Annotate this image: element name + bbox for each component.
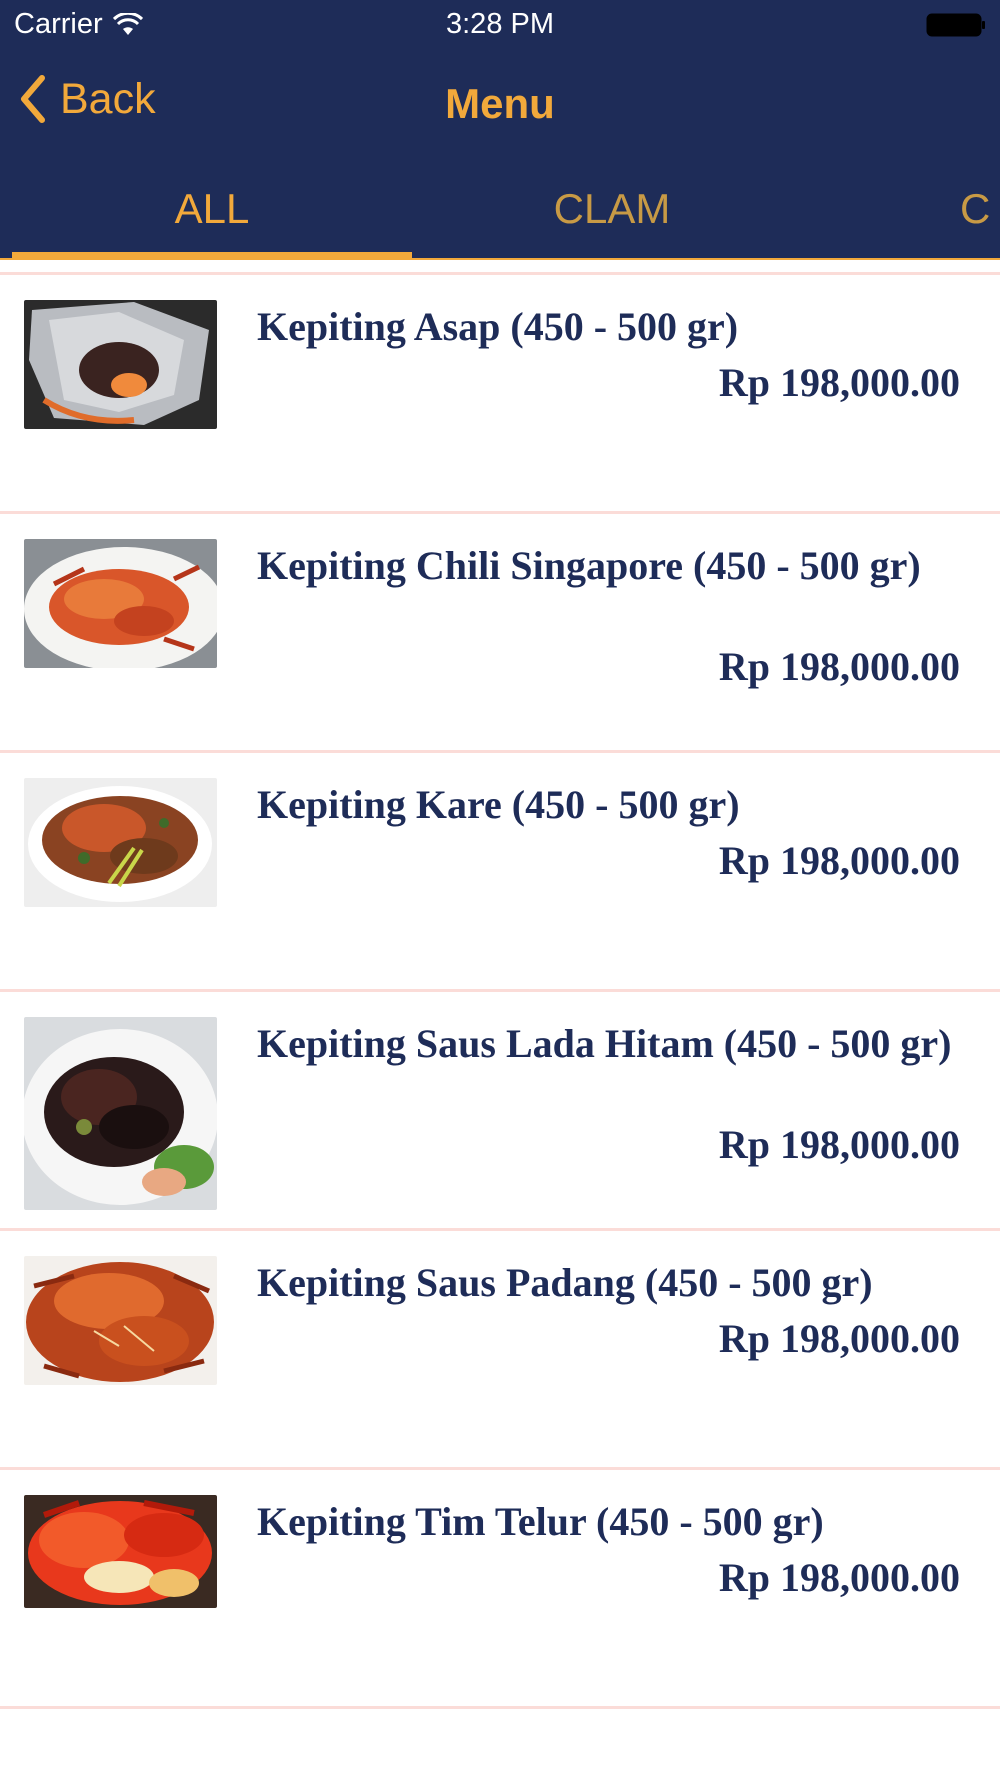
dish-image (24, 300, 217, 429)
menu-item[interactable]: Kepiting Tim Telur (450 - 500 gr) Rp 198… (0, 1470, 1000, 1709)
menu-item[interactable]: Kepiting Asap (450 - 500 gr) Rp 198,000.… (0, 275, 1000, 514)
item-price: Rp 198,000.00 (718, 644, 960, 689)
row-divider (0, 1706, 1000, 1709)
menu-item[interactable]: Kepiting Chili Singapore (450 - 500 gr) … (0, 514, 1000, 753)
battery-icon (926, 13, 985, 37)
dish-image (24, 539, 217, 668)
menu-item[interactable]: Kepiting Saus Lada Hitam (450 - 500 gr) … (0, 992, 1000, 1231)
header: Carrier 3:28 PM Back Menu ALL CLAM C (0, 0, 1000, 260)
item-name: Kepiting Chili Singapore (450 - 500 gr) (257, 543, 921, 588)
item-name: Kepiting Saus Padang (450 - 500 gr) (257, 1260, 873, 1305)
item-name: Kepiting Asap (450 - 500 gr) (257, 304, 739, 349)
dish-image (24, 1256, 217, 1385)
item-name: Kepiting Tim Telur (450 - 500 gr) (257, 1499, 824, 1544)
tab-clam[interactable]: CLAM (412, 185, 812, 233)
item-price: Rp 198,000.00 (718, 360, 960, 405)
item-price: Rp 198,000.00 (718, 1122, 960, 1167)
dish-image (24, 1495, 217, 1608)
item-name: Kepiting Kare (450 - 500 gr) (257, 782, 740, 827)
tab-all[interactable]: ALL (12, 185, 412, 233)
dish-image (24, 778, 217, 907)
status-bar: Carrier 3:28 PM (0, 0, 1000, 50)
item-price: Rp 198,000.00 (718, 1316, 960, 1361)
status-time: 3:28 PM (446, 8, 554, 40)
item-name: Kepiting Saus Lada Hitam (450 - 500 gr) (257, 1021, 952, 1066)
menu-item[interactable]: Kepiting Kare (450 - 500 gr) Rp 198,000.… (0, 753, 1000, 992)
category-tabs: ALL CLAM C (0, 175, 1000, 260)
menu-item[interactable]: Kepiting Saus Padang (450 - 500 gr) Rp 1… (0, 1231, 1000, 1470)
tab-next-partial[interactable]: C (960, 185, 990, 233)
navigation-bar: Back Menu (0, 60, 1000, 148)
item-price: Rp 198,000.00 (718, 838, 960, 883)
page-title: Menu (445, 80, 555, 127)
dish-image (24, 1017, 217, 1210)
item-price: Rp 198,000.00 (718, 1555, 960, 1600)
tab-selected-indicator (12, 252, 412, 260)
